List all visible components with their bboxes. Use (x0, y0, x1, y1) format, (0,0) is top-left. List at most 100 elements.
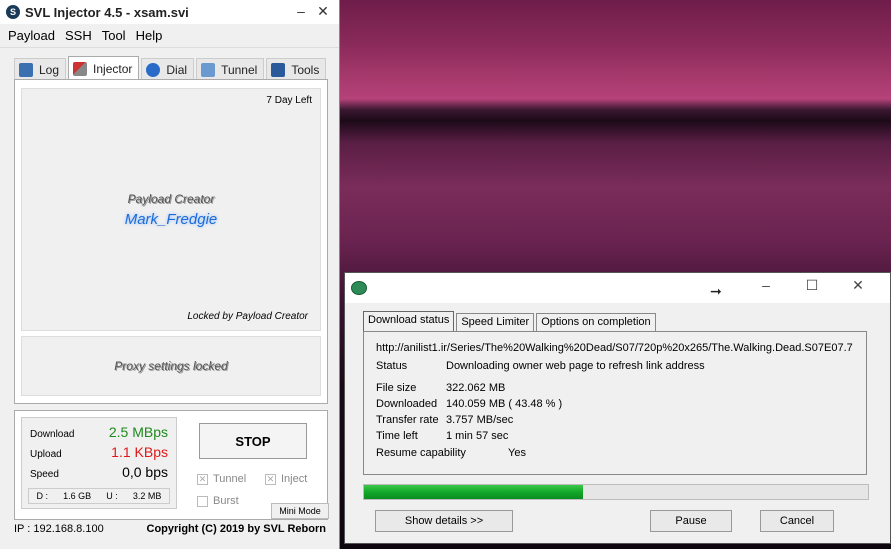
payload-creator-name: Mark_Fredgie (124, 211, 218, 228)
tunnel-icon (201, 62, 216, 77)
download-dialog: ➞ – ☐ ✕ Download status Speed Limiter Op… (344, 272, 891, 544)
downloaded-row: Downloaded 140.059 MB ( 43.48 % ) (376, 398, 562, 410)
svl-tab-bar: Log Injector Dial Tunnel Tools (14, 56, 328, 80)
tab-tools-label: Tools (291, 62, 320, 77)
proxy-locked-text: Proxy settings locked (114, 359, 228, 373)
tab-options-completion[interactable]: Options on completion (536, 313, 656, 331)
speed-row: Speed 0,0 bps (30, 464, 168, 480)
close-button[interactable]: ✕ (310, 0, 336, 24)
download-label: Download (30, 429, 75, 440)
svl-logo-icon: S (6, 5, 20, 19)
download-value: 2.5 MBps (108, 424, 168, 440)
downloaded-value: 140.059 MB ( 43.48 % ) (446, 398, 563, 410)
downloaded-label: Downloaded (376, 398, 438, 410)
syringe-icon (73, 61, 88, 76)
tunnel-checkbox-label: Tunnel (213, 473, 247, 485)
mini-mode-button[interactable]: Mini Mode (271, 503, 329, 519)
tab-tunnel[interactable]: Tunnel (196, 58, 265, 80)
download-url: http://anilist1.ir/Series/The%20Walking%… (376, 342, 853, 354)
time-left-row: Time left 1 min 57 sec (376, 430, 508, 442)
injector-panel: 7 Day Left Payload Creator Mark_Fredgie … (14, 79, 328, 404)
days-left-text: 7 Day Left (266, 95, 312, 106)
download-app-icon (351, 281, 367, 295)
upload-label: Upload (30, 449, 62, 460)
progress-fill (364, 485, 584, 499)
inject-checkbox[interactable]: ✕ Inject (265, 473, 307, 485)
tab-tools[interactable]: Tools (266, 58, 327, 80)
pause-button[interactable]: Pause (650, 510, 732, 532)
download-row: Download 2.5 MBps (30, 424, 168, 440)
ip-address: IP : 192.168.8.100 (14, 523, 104, 535)
download-status-panel: http://anilist1.ir/Series/The%20Walking%… (363, 331, 867, 475)
svl-window-title: SVL Injector 4.5 - xsam.svi (25, 4, 189, 20)
gear-icon (271, 62, 286, 77)
inject-checkbox-label: Inject (281, 473, 308, 485)
arrow-right-icon: ➞ (710, 283, 722, 299)
data-usage-box: D : 1.6 GB U : 3.2 MB (28, 488, 170, 504)
copyright-text: Copyright (C) 2019 by SVL Reborn (146, 523, 327, 535)
payload-area: 7 Day Left Payload Creator Mark_Fredgie … (21, 88, 321, 331)
status-value: Downloading owner web page to refresh li… (446, 360, 705, 372)
burst-check-icon (197, 495, 208, 507)
time-left-label: Time left (376, 430, 418, 442)
tab-injector-label: Injector (93, 61, 133, 76)
tab-log-label: Log (39, 62, 60, 77)
maximize-dialog-button[interactable]: ☐ (797, 277, 827, 294)
time-left-value: 1 min 57 sec (446, 430, 509, 442)
file-size-row: File size 322.062 MB (376, 382, 505, 394)
download-title-bar: ➞ – ☐ ✕ (345, 273, 890, 303)
svl-injector-window: S SVL Injector 4.5 - xsam.svi – ✕ Payloa… (0, 0, 340, 549)
download-tab-bar: Download status Speed Limiter Options on… (363, 311, 658, 331)
file-size-value: 322.062 MB (446, 382, 506, 394)
burst-checkbox-label: Burst (213, 495, 239, 507)
close-dialog-button[interactable]: ✕ (843, 277, 873, 294)
resume-label: Resume capability (376, 447, 466, 459)
stop-button[interactable]: STOP (199, 423, 307, 459)
transfer-rate-value: 3.757 MB/sec (446, 414, 514, 426)
minimize-dialog-button[interactable]: – (751, 277, 781, 293)
tab-dial-label: Dial (166, 62, 188, 77)
upload-row: Upload 1.1 KBps (30, 444, 168, 460)
cancel-button[interactable]: Cancel (760, 510, 834, 532)
tunnel-check-icon: ✕ (197, 473, 208, 485)
file-size-label: File size (376, 382, 417, 394)
svl-status-bar: IP : 192.168.8.100 Copyright (C) 2019 by… (0, 518, 340, 540)
upload-value: 1.1 KBps (111, 444, 168, 460)
resume-row: Resume capability Yes (376, 447, 526, 459)
status-row: Status Downloading owner web page to ref… (376, 360, 705, 372)
svl-menu-bar: Payload SSH Tool Help (0, 24, 339, 48)
d-label: D : (36, 491, 49, 501)
show-details-button[interactable]: Show details >> (375, 510, 513, 532)
locked-text: Locked by Payload Creator (187, 311, 308, 322)
resume-value: Yes (508, 447, 526, 459)
status-label: Status (376, 360, 408, 372)
tab-tunnel-label: Tunnel (221, 62, 258, 77)
tab-download-status[interactable]: Download status (363, 311, 455, 331)
inject-check-icon: ✕ (265, 473, 276, 485)
menu-payload[interactable]: Payload (8, 28, 55, 43)
tunnel-checkbox[interactable]: ✕ Tunnel (197, 473, 246, 485)
u-value: 3.2 MB (132, 491, 162, 501)
tab-speed-limiter[interactable]: Speed Limiter (456, 313, 535, 331)
download-progress-bar (363, 484, 869, 500)
speed-value: 0,0 bps (122, 464, 168, 480)
transfer-rate-label: Transfer rate (376, 414, 439, 426)
transfer-rate-row: Transfer rate 3.757 MB/sec (376, 414, 513, 426)
u-label: U : (106, 491, 118, 501)
speed-label: Speed (30, 469, 59, 480)
menu-tool[interactable]: Tool (102, 28, 126, 43)
traffic-stats-box: Download 2.5 MBps Upload 1.1 KBps Speed … (21, 417, 177, 509)
burst-checkbox[interactable]: Burst (197, 495, 239, 507)
stats-panel: Download 2.5 MBps Upload 1.1 KBps Speed … (14, 410, 329, 520)
d-value: 1.6 GB (63, 491, 92, 501)
log-icon (19, 62, 33, 77)
menu-ssh[interactable]: SSH (65, 28, 92, 43)
tab-dial[interactable]: Dial (141, 58, 195, 80)
phone-icon (146, 62, 161, 77)
tab-injector[interactable]: Injector (68, 56, 140, 80)
proxy-area: Proxy settings locked (21, 336, 321, 396)
payload-creator-label: Payload Creator (127, 192, 215, 206)
tab-log[interactable]: Log (14, 58, 67, 80)
menu-help[interactable]: Help (136, 28, 163, 43)
svl-title-bar: S SVL Injector 4.5 - xsam.svi – ✕ (0, 0, 339, 24)
